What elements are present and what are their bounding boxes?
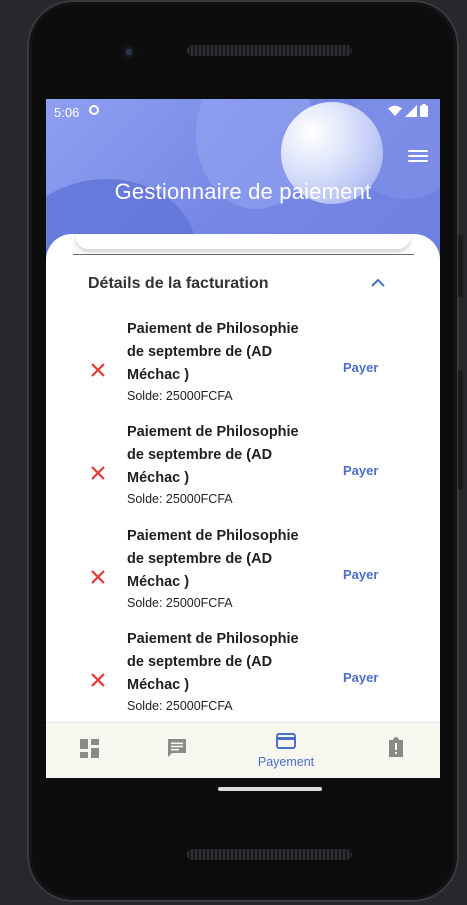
volume-button[interactable] [458,370,463,490]
list-item: Paiement de Philosophie de septembre de … [46,318,440,418]
item-title: Paiement de Philosophie de septembre de … [127,631,299,693]
status-bar: 5:06 [46,99,440,125]
item-title: Paiement de Philosophie de septembre de … [127,528,299,590]
list-item: Paiement de Philosophie de septembre de … [46,525,440,625]
page-title: Gestionnaire de paiement [114,179,372,204]
bottom-speaker [187,849,352,860]
item-balance: Solde: 25000FCFA [127,389,233,403]
wifi-icon [388,105,402,116]
item-balance: Solde: 25000FCFA [127,699,233,713]
nav-label: Payement [257,755,315,769]
notification-icon [89,105,99,115]
list-item: Paiement de Philosophie de septembre de … [46,421,440,521]
nav-messages[interactable] [147,723,207,778]
item-title: Paiement de Philosophie de septembre de … [127,424,299,486]
divider [73,254,414,255]
report-icon [389,737,403,757]
item-balance: Solde: 25000FCFA [127,492,233,506]
home-indicator[interactable] [218,787,322,791]
power-button[interactable] [458,235,463,297]
close-icon[interactable] [90,672,106,688]
chat-icon [168,739,186,757]
pay-button[interactable]: Payer [343,567,378,582]
signal-icon [405,104,417,117]
app-screen: 5:06 Gestionnaire de paiement Détails de… [46,99,440,778]
top-speaker [187,45,352,56]
battery-icon [420,104,428,117]
close-icon[interactable] [90,465,106,481]
nav-dashboard[interactable] [60,723,120,778]
close-icon[interactable] [90,362,106,378]
status-time: 5:06 [54,105,80,120]
bottom-navigation: Payement [46,722,440,778]
credit-card-icon [276,733,296,749]
billing-card: Détails de la facturation Paiement de Ph… [46,234,440,778]
front-camera [121,44,137,60]
item-title: Paiement de Philosophie de septembre de … [127,321,299,383]
item-balance: Solde: 25000FCFA [127,596,233,610]
menu-icon[interactable] [408,147,428,163]
pay-button[interactable]: Payer [343,463,378,478]
chevron-up-icon[interactable] [369,276,387,290]
nav-payement[interactable]: Payement [254,723,318,778]
section-title: Détails de la facturation [88,275,269,292]
pay-button[interactable]: Payer [343,360,378,375]
card-shadow [76,234,410,249]
list-item: Paiement de Philosophie de septembre de … [46,628,440,728]
nav-reports[interactable] [367,723,427,778]
dashboard-icon [80,739,99,758]
pay-button[interactable]: Payer [343,670,378,685]
status-icons [388,104,428,117]
close-icon[interactable] [90,569,106,585]
